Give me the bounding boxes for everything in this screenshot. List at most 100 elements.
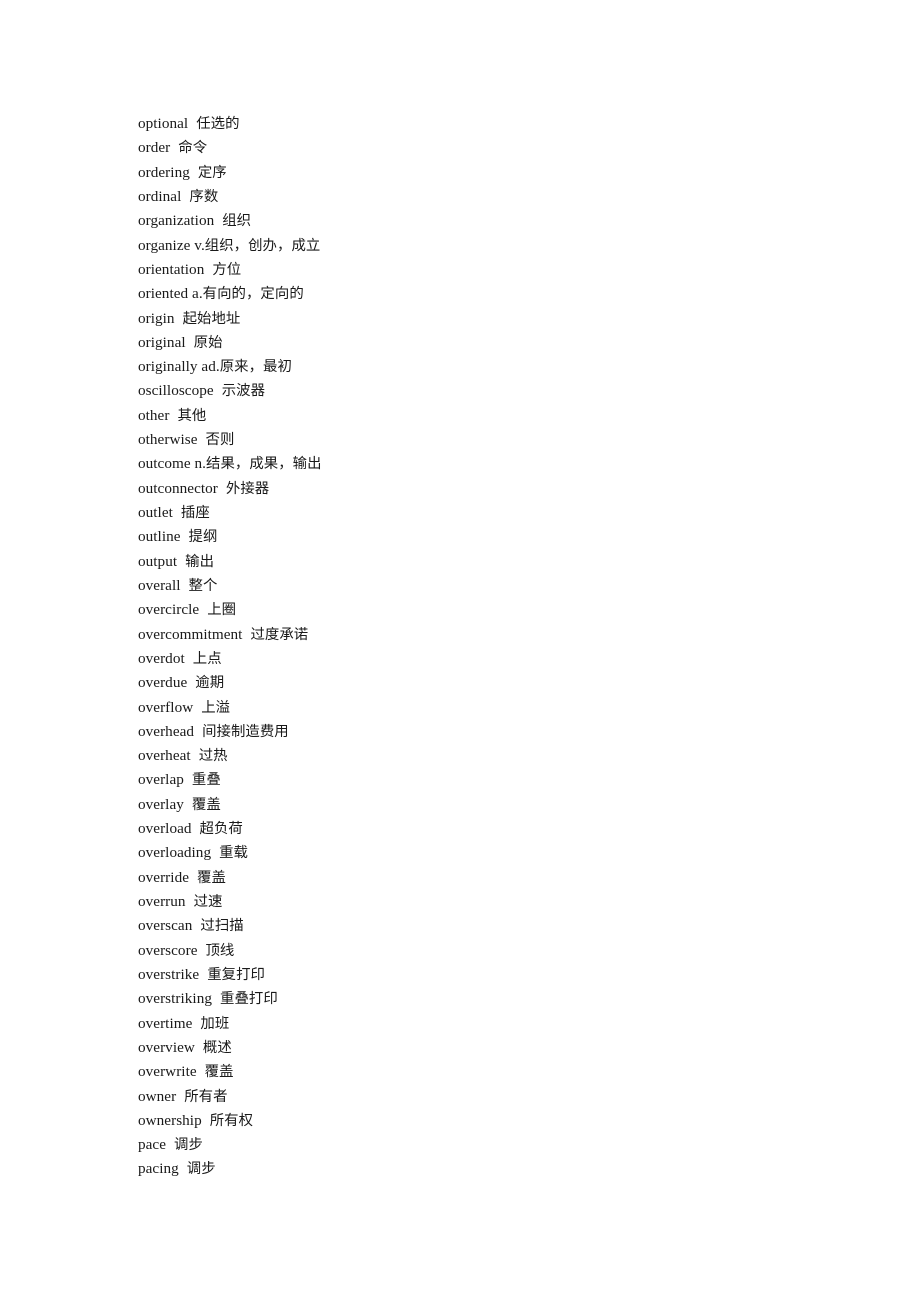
- entry-part-of-speech: ad.: [201, 358, 220, 376]
- glossary-entry: overscore 顶线: [138, 939, 838, 963]
- glossary-entry: overhead 间接制造费用: [138, 720, 838, 744]
- entry-gloss: 过热: [198, 748, 228, 765]
- entry-term: oscilloscope: [138, 382, 214, 400]
- document-page: optional 任选的 order 命令 ordering 定序 ordinal 序数 org…: [0, 0, 920, 1302]
- glossary-entry: overlay 覆盖: [138, 793, 838, 817]
- entry-gloss: 其他: [177, 407, 207, 424]
- glossary-entry: overscan 过扫描: [138, 914, 838, 938]
- entry-term: overlay: [138, 795, 184, 813]
- entry-gloss: 过速: [193, 894, 223, 910]
- entry-term: outline: [138, 528, 181, 546]
- entry-gloss: 有向的，定向的: [202, 286, 304, 303]
- entry-gloss: 示波器: [221, 383, 266, 400]
- glossary-entry: overdue 逾期: [138, 671, 838, 695]
- entry-term: overdue: [138, 674, 188, 692]
- glossary-entry: pace 调步: [138, 1133, 838, 1157]
- entry-term: organization: [138, 212, 215, 230]
- glossary-entry: organize v.组织，创办，成立: [138, 234, 838, 258]
- entry-term: ownership: [138, 1111, 202, 1129]
- entry-term: otherwise: [138, 431, 198, 449]
- entry-term: order: [138, 139, 171, 157]
- glossary-entry: overtime 加班: [138, 1012, 838, 1036]
- glossary-entry: overrun 过速: [138, 890, 838, 914]
- glossary-entry: outcome n.结果，成果，输出: [138, 452, 838, 476]
- glossary-entry: order 命令: [138, 136, 838, 160]
- glossary-entry: organization 组织: [138, 209, 838, 233]
- entry-term: overcircle: [138, 601, 200, 619]
- entry-gloss: 结果，成果，输出: [206, 456, 322, 473]
- entry-gloss: 否则: [205, 432, 235, 449]
- entry-term: overhead: [138, 722, 195, 740]
- glossary-entry: overloading 重载: [138, 841, 838, 865]
- entry-term: organize: [138, 236, 191, 254]
- entry-gloss: 上点: [192, 650, 222, 667]
- entry-term: pace: [138, 1136, 167, 1154]
- glossary-entry: output 输出: [138, 550, 838, 574]
- entry-part-of-speech: a.: [192, 285, 203, 303]
- glossary-entry: ordinal 序数: [138, 185, 838, 209]
- entry-gloss: 过度承诺: [250, 626, 309, 643]
- entry-gloss: 覆盖: [197, 869, 226, 886]
- glossary-entry: other 其他: [138, 404, 838, 428]
- entry-gloss: 原始: [193, 334, 223, 351]
- entry-term: outconnector: [138, 479, 218, 497]
- entry-term: overdot: [138, 649, 185, 667]
- entry-term: overstriking: [138, 990, 212, 1008]
- entry-gloss: 组织: [222, 213, 252, 230]
- entry-gloss: 覆盖: [204, 1064, 234, 1081]
- glossary-entry: pacing 调步: [138, 1157, 838, 1181]
- entry-gloss: 命令: [178, 140, 208, 157]
- glossary-entry: overcircle 上圈: [138, 598, 838, 622]
- entry-term: owner: [138, 1087, 177, 1105]
- entry-term: optional: [138, 115, 189, 132]
- entry-gloss: 整个: [188, 577, 218, 594]
- entry-term: override: [138, 868, 189, 886]
- glossary-entry: overall 整个: [138, 574, 838, 598]
- entry-term: overloading: [138, 844, 212, 862]
- glossary-entry: overwrite 覆盖: [138, 1060, 838, 1084]
- entry-gloss: 加班: [200, 1015, 230, 1032]
- entry-gloss: 外接器: [225, 480, 270, 497]
- entry-gloss: 概述: [202, 1039, 232, 1056]
- entry-gloss: 间接制造费用: [202, 723, 289, 740]
- entry-term: overrun: [138, 893, 186, 910]
- entry-gloss: 重叠: [191, 772, 221, 789]
- entry-term: other: [138, 406, 170, 424]
- entry-term: originally: [138, 358, 198, 376]
- glossary-entry: overstrike 重复打印: [138, 963, 838, 987]
- entry-gloss: 输出: [185, 553, 215, 570]
- entry-term: overscan: [138, 917, 193, 935]
- entry-part-of-speech: n.: [194, 455, 207, 473]
- entry-term: overview: [138, 1038, 195, 1056]
- glossary-entry: ordering 定序: [138, 161, 838, 185]
- entry-gloss: 逾期: [195, 675, 225, 692]
- entry-term: overflow: [138, 698, 194, 716]
- entry-gloss: 任选的: [196, 116, 240, 132]
- glossary-entry: overload 超负荷: [138, 817, 838, 841]
- entry-term: overtime: [138, 1014, 193, 1032]
- glossary-entry: optional 任选的: [138, 112, 838, 136]
- entry-term: overwrite: [138, 1063, 197, 1081]
- entry-term: origin: [138, 309, 175, 327]
- entry-term: pacing: [138, 1160, 179, 1178]
- glossary-entry: original 原始: [138, 331, 838, 355]
- glossary-entry: orientation 方位: [138, 258, 838, 282]
- glossary-entry: outconnector 外接器: [138, 477, 838, 501]
- entry-term: overheat: [138, 747, 191, 765]
- entry-gloss: 方位: [212, 261, 242, 278]
- glossary-entry: ownership 所有权: [138, 1109, 838, 1133]
- glossary-entry: outlet 插座: [138, 501, 838, 525]
- entry-term: overall: [138, 576, 181, 594]
- entry-gloss: 起始地址: [182, 310, 241, 327]
- glossary-entry: oriented a.有向的，定向的: [138, 282, 838, 306]
- entry-gloss: 过扫描: [200, 918, 244, 935]
- entry-gloss: 组织，创办，成立: [204, 237, 321, 254]
- entry-gloss: 所有者: [184, 1088, 228, 1105]
- entry-gloss: 调步: [174, 1137, 203, 1154]
- entry-part-of-speech: v.: [194, 236, 205, 254]
- glossary-entry: oscilloscope 示波器: [138, 379, 838, 403]
- glossary-entry: overflow 上溢: [138, 696, 838, 720]
- entry-term: original: [138, 333, 186, 351]
- entry-gloss: 序数: [189, 188, 219, 205]
- entry-term: overcommitment: [138, 625, 243, 643]
